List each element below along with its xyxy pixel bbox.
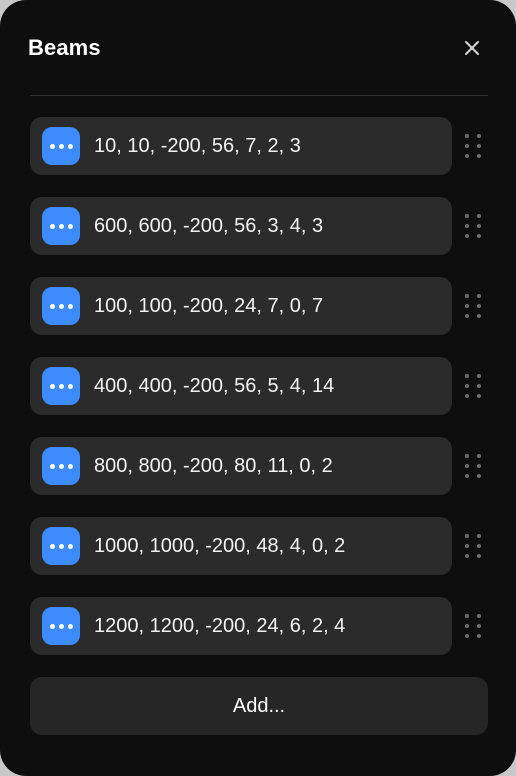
drag-dots	[465, 454, 481, 478]
drag-handle-icon[interactable]	[458, 446, 488, 486]
ellipsis-dot	[49, 463, 55, 469]
close-icon	[463, 39, 481, 57]
drag-handle-icon[interactable]	[458, 606, 488, 646]
beam-row-body[interactable]: 1000, 1000, -200, 48, 4, 0, 2	[30, 517, 452, 575]
beam-row-label: 100, 100, -200, 24, 7, 0, 7	[94, 294, 324, 317]
list-item[interactable]: 800, 800, -200, 80, 11, 0, 2	[30, 437, 488, 495]
ellipsis-dot	[58, 223, 64, 229]
ellipsis-dot	[67, 623, 73, 629]
drag-dots	[465, 534, 481, 558]
list-item[interactable]: 100, 100, -200, 24, 7, 0, 7	[30, 277, 488, 335]
list-item[interactable]: 1000, 1000, -200, 48, 4, 0, 2	[30, 517, 488, 575]
drag-handle-icon[interactable]	[458, 126, 488, 166]
ellipsis-icon[interactable]	[42, 127, 80, 165]
ellipsis-icon[interactable]	[42, 527, 80, 565]
panel-header: Beams	[0, 0, 516, 96]
page-title: Beams	[28, 35, 101, 60]
close-button[interactable]	[458, 34, 486, 62]
drag-handle-icon[interactable]	[458, 366, 488, 406]
ellipsis-dot	[49, 543, 55, 549]
ellipsis-dot	[49, 303, 55, 309]
beams-panel: Beams 10, 10, -200, 56, 7, 2, 3 600, 600…	[0, 0, 516, 776]
ellipsis-dot	[67, 223, 73, 229]
ellipsis-dot	[58, 463, 64, 469]
ellipsis-dot	[67, 143, 73, 149]
drag-dots	[465, 134, 481, 158]
list-item[interactable]: 1200, 1200, -200, 24, 6, 2, 4	[30, 597, 488, 655]
ellipsis-icon[interactable]	[42, 367, 80, 405]
ellipsis-dot	[67, 463, 73, 469]
drag-dots	[465, 374, 481, 398]
drag-handle-icon[interactable]	[458, 526, 488, 566]
ellipsis-dot	[58, 143, 64, 149]
beam-row-label: 1000, 1000, -200, 48, 4, 0, 2	[94, 534, 346, 557]
drag-handle-icon[interactable]	[458, 206, 488, 246]
beam-row-label: 10, 10, -200, 56, 7, 2, 3	[94, 134, 301, 157]
beam-row-label: 400, 400, -200, 56, 5, 4, 14	[94, 374, 335, 397]
beam-row-label: 800, 800, -200, 80, 11, 0, 2	[94, 454, 333, 477]
ellipsis-dot	[49, 383, 55, 389]
add-button[interactable]: Add...	[30, 677, 488, 735]
ellipsis-icon[interactable]	[42, 607, 80, 645]
beam-row-label: 1200, 1200, -200, 24, 6, 2, 4	[94, 614, 346, 637]
ellipsis-icon[interactable]	[42, 447, 80, 485]
beam-row-body[interactable]: 800, 800, -200, 80, 11, 0, 2	[30, 437, 452, 495]
beams-list: 10, 10, -200, 56, 7, 2, 3 600, 600, -200…	[0, 96, 516, 655]
drag-dots	[465, 294, 481, 318]
ellipsis-icon[interactable]	[42, 287, 80, 325]
ellipsis-dot	[58, 543, 64, 549]
beam-row-body[interactable]: 600, 600, -200, 56, 3, 4, 3	[30, 197, 452, 255]
ellipsis-dot	[49, 223, 55, 229]
ellipsis-dot	[67, 543, 73, 549]
ellipsis-dot	[49, 143, 55, 149]
beam-row-body[interactable]: 1200, 1200, -200, 24, 6, 2, 4	[30, 597, 452, 655]
drag-dots	[465, 614, 481, 638]
ellipsis-dot	[67, 303, 73, 309]
drag-handle-icon[interactable]	[458, 286, 488, 326]
ellipsis-dot	[58, 623, 64, 629]
beam-row-label: 600, 600, -200, 56, 3, 4, 3	[94, 214, 324, 237]
beam-row-body[interactable]: 10, 10, -200, 56, 7, 2, 3	[30, 117, 452, 175]
ellipsis-dot	[58, 303, 64, 309]
ellipsis-dot	[49, 623, 55, 629]
list-item[interactable]: 400, 400, -200, 56, 5, 4, 14	[30, 357, 488, 415]
ellipsis-dot	[58, 383, 64, 389]
ellipsis-icon[interactable]	[42, 207, 80, 245]
beam-row-body[interactable]: 100, 100, -200, 24, 7, 0, 7	[30, 277, 452, 335]
beam-row-body[interactable]: 400, 400, -200, 56, 5, 4, 14	[30, 357, 452, 415]
drag-dots	[465, 214, 481, 238]
list-item[interactable]: 10, 10, -200, 56, 7, 2, 3	[30, 117, 488, 175]
ellipsis-dot	[67, 383, 73, 389]
list-item[interactable]: 600, 600, -200, 56, 3, 4, 3	[30, 197, 488, 255]
